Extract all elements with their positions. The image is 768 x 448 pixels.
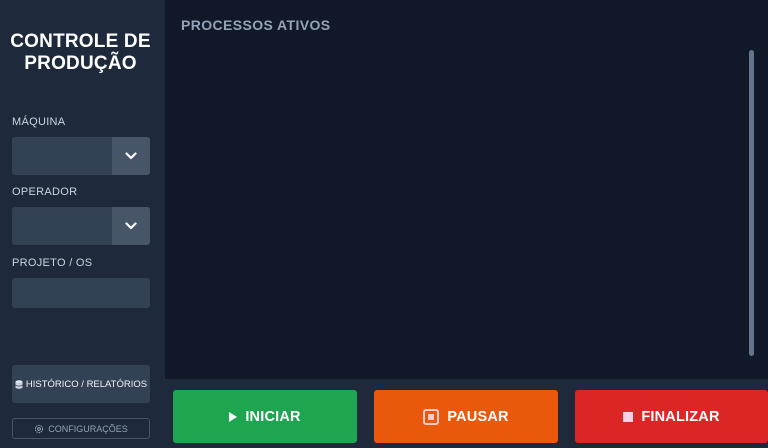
history-reports-label: HISTÓRICO / RELATÓRIOS: [25, 378, 148, 390]
stop-icon: [623, 411, 634, 422]
pause-label: PAUSAR: [447, 408, 509, 425]
chevron-down-icon: [125, 152, 137, 160]
action-bar: INICIAR PAUSAR FINALIZAR: [165, 379, 768, 448]
pause-button[interactable]: PAUSAR: [374, 390, 558, 443]
finish-label: FINALIZAR: [641, 408, 720, 425]
operator-dropdown-button[interactable]: [112, 207, 150, 245]
app-window: CONTROLE DE PRODUÇÃO MÁQUINA OPERADOR PR…: [0, 0, 768, 448]
app-title: CONTROLE DE PRODUÇÃO: [0, 31, 161, 75]
machine-select[interactable]: [12, 137, 150, 175]
operator-label: OPERADOR: [12, 186, 78, 198]
settings-button[interactable]: CONFIGURAÇÕES: [12, 418, 150, 439]
operator-select[interactable]: [12, 207, 150, 245]
start-label: INICIAR: [245, 408, 301, 425]
start-button[interactable]: INICIAR: [173, 390, 357, 443]
machine-dropdown-button[interactable]: [112, 137, 150, 175]
history-reports-button[interactable]: HISTÓRICO / RELATÓRIOS: [12, 365, 150, 403]
settings-label: CONFIGURAÇÕES: [48, 423, 128, 434]
machine-label: MÁQUINA: [12, 116, 66, 128]
database-icon: [15, 379, 23, 389]
play-icon: [229, 411, 238, 422]
active-processes-title: PROCESSOS ATIVOS: [181, 17, 331, 33]
app-title-line1: CONTROLE DE: [10, 31, 151, 52]
chevron-down-icon: [125, 222, 137, 230]
project-input[interactable]: [12, 278, 150, 308]
finish-button[interactable]: FINALIZAR: [575, 390, 768, 443]
sidebar: CONTROLE DE PRODUÇÃO MÁQUINA OPERADOR PR…: [0, 0, 165, 448]
pause-icon: [423, 408, 440, 425]
scrollbar[interactable]: [749, 50, 754, 356]
active-processes-panel: PROCESSOS ATIVOS: [165, 0, 768, 379]
gear-icon: [35, 424, 44, 433]
project-label: PROJETO / OS: [12, 257, 93, 269]
app-title-line2: PRODUÇÃO: [24, 53, 137, 74]
